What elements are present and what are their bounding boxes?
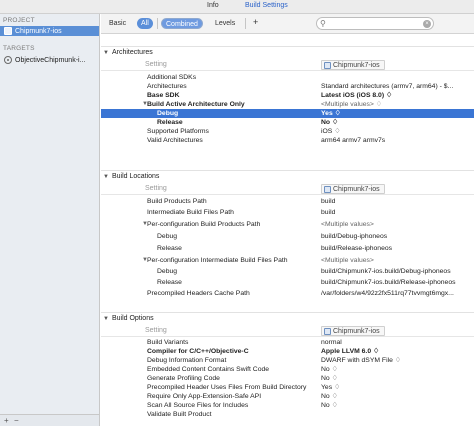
setting-row[interactable]: Precompiled Header Uses Files From Build… [101, 383, 474, 392]
disclosure-triangle-icon[interactable]: ▼ [103, 316, 109, 322]
setting-row[interactable]: Build Products Path build [101, 197, 474, 206]
setting-row[interactable]: ▼ Build Active Architecture Only <Multiple… [101, 100, 474, 109]
section-title: Build Options [111, 315, 154, 322]
project-header: PROJECT [3, 17, 35, 24]
setting-row[interactable]: Validate Built Product [101, 410, 474, 419]
setting-column-label: Setting [145, 185, 167, 192]
setting-row[interactable]: ▼ Per-configuration Build Products Path <M… [101, 220, 474, 229]
section-architectures[interactable]: ▼ Architectures [101, 46, 474, 58]
tab-build-settings[interactable]: Build Settings [245, 2, 288, 9]
setting-row[interactable]: Supported Platforms iOS ♢ [101, 127, 474, 136]
filter-combined-button[interactable]: Combined [161, 18, 203, 29]
setting-row[interactable]: Release build/Chipmunk7-ios.build/Release… [101, 278, 474, 287]
project-icon [4, 27, 12, 35]
sidebar-bottom-bar: + − [0, 414, 99, 426]
add-target-button[interactable]: + [4, 416, 9, 425]
project-navigator: PROJECT Chipmunk7-ios TARGETS ObjectiveC… [0, 14, 100, 426]
target-column-label: Chipmunk7-ios [321, 184, 385, 194]
setting-row[interactable]: Precompiled Headers Cache Path/var/folde… [101, 289, 474, 298]
remove-target-button[interactable]: − [14, 416, 19, 425]
tab-info[interactable]: Info [207, 2, 219, 9]
section-title: Architectures [111, 49, 153, 56]
clear-search-icon[interactable]: × [423, 20, 431, 28]
column-header: Setting Chipmunk7-ios [101, 183, 474, 195]
disclosure-triangle-icon[interactable]: ▼ [103, 174, 109, 180]
project-icon [324, 61, 331, 69]
setting-row[interactable]: Base SDK Latest iOS (iOS 8.0) ♢ [101, 91, 474, 100]
setting-row[interactable]: Release No ♢ [101, 118, 474, 127]
divider [157, 18, 158, 29]
setting-row[interactable]: Scan All Source Files for Includes No ♢ [101, 401, 474, 410]
setting-row[interactable]: Debug build/Chipmunk7-ios.build/Debug-iph… [101, 267, 474, 276]
section-build-options[interactable]: ▼ Build Options [101, 312, 474, 324]
setting-row-selected[interactable]: Debug Yes ♢ [101, 109, 474, 118]
project-icon [324, 327, 331, 335]
setting-row[interactable]: Architectures Standard architectures (arm… [101, 82, 474, 91]
sidebar-item-label: Chipmunk7-ios [15, 27, 62, 35]
setting-row[interactable]: Compiler for C/C++/Objective-C Apple LLVM… [101, 347, 474, 356]
sidebar-item-target[interactable]: ObjectiveChipmunk-i... [0, 55, 99, 65]
filter-basic-button[interactable]: Basic [105, 18, 130, 29]
editor-tab-bar: Info Build Settings [0, 0, 474, 14]
setting-row[interactable]: ▼ Per-configuration Intermediate Build Fi… [101, 256, 474, 265]
target-column-label: Chipmunk7-ios [321, 326, 385, 336]
build-settings-table: ▼ Architectures Setting Chipmunk7-ios Ad… [101, 36, 474, 426]
section-title: Build Locations [111, 173, 160, 180]
targets-header: TARGETS [3, 45, 35, 52]
setting-row[interactable]: Generate Profiling Code No ♢ [101, 374, 474, 383]
setting-row[interactable]: Release build/Release-iphoneos [101, 244, 474, 253]
add-setting-button[interactable]: + [249, 17, 262, 28]
sidebar-item-project[interactable]: Chipmunk7-ios [0, 26, 99, 36]
setting-row[interactable]: Valid Architectures arm64 armv7 armv7s [101, 136, 474, 145]
setting-row[interactable]: Intermediate Build Files Path build [101, 208, 474, 217]
filter-all-button[interactable]: All [137, 18, 153, 29]
setting-row[interactable]: Require Only App-Extension-Safe API No ♢ [101, 392, 474, 401]
target-icon [4, 56, 12, 64]
divider [245, 18, 246, 29]
disclosure-triangle-icon[interactable]: ▼ [103, 50, 109, 56]
setting-row[interactable]: Build Variants normal [101, 338, 474, 347]
search-icon: ⚲ [320, 19, 326, 28]
section-build-locations[interactable]: ▼ Build Locations [101, 170, 474, 182]
build-settings-filter-bar: Basic All Combined Levels + ⚲ × [101, 14, 474, 34]
project-icon [324, 185, 331, 193]
column-header: Setting Chipmunk7-ios [101, 325, 474, 337]
setting-row[interactable]: Embedded Content Contains Swift Code No ♢ [101, 365, 474, 374]
column-header: Setting Chipmunk7-ios [101, 59, 474, 71]
sidebar-item-label: ObjectiveChipmunk-i... [15, 56, 86, 64]
target-column-label: Chipmunk7-ios [321, 60, 385, 70]
setting-row[interactable]: Debug Information Format DWARF with dSYM … [101, 356, 474, 365]
search-field[interactable]: ⚲ × [316, 17, 434, 30]
filter-levels-button[interactable]: Levels [211, 18, 239, 29]
setting-column-label: Setting [145, 327, 167, 334]
setting-row[interactable]: Debug build/Debug-iphoneos [101, 232, 474, 241]
setting-row[interactable]: Additional SDKs [101, 73, 474, 82]
setting-column-label: Setting [145, 61, 167, 68]
